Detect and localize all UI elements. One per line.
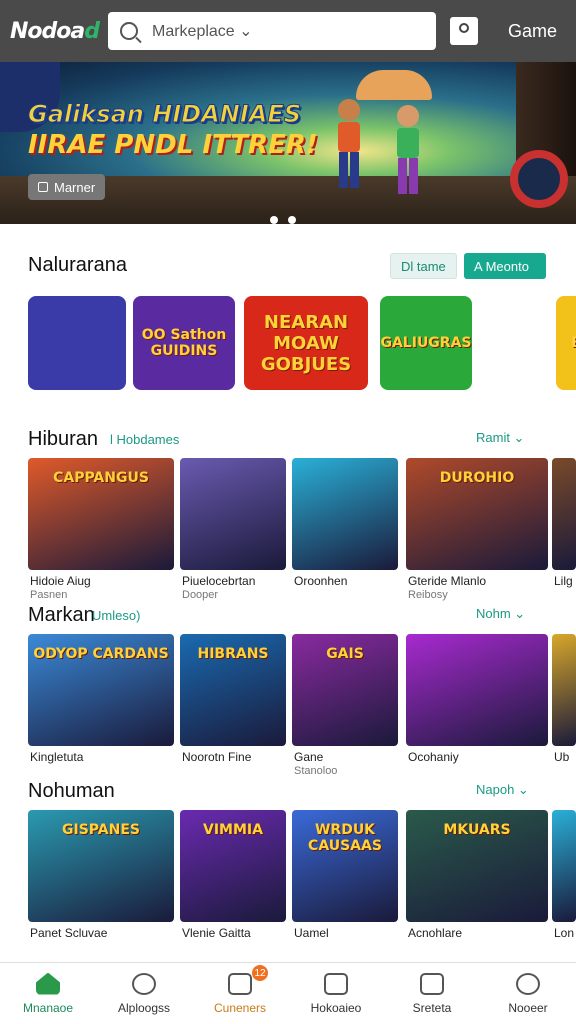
featured-game-tile[interactable]: E — [556, 296, 576, 390]
section-subtitle[interactable]: l Hobdames — [110, 432, 179, 447]
game-card-title[interactable]: Acnohlare — [408, 926, 462, 940]
game-card-title[interactable]: Kingletuta — [30, 750, 83, 764]
carousel-dots[interactable] — [270, 216, 296, 224]
user-icon — [459, 23, 469, 33]
game-card-art-text: DUROHIO — [439, 470, 515, 486]
game-card[interactable]: GAIS — [292, 634, 398, 746]
nav-item-mnanaoe[interactable]: Mnanaoe — [0, 963, 96, 1024]
nav-item-alploogss[interactable]: Alploogss — [96, 963, 192, 1024]
game-card-title[interactable]: Gane — [294, 750, 323, 764]
game-card-title[interactable]: Hidoie Aiug — [30, 574, 91, 588]
game-card-title[interactable]: Uamel — [294, 926, 329, 940]
wheel-illustration — [510, 150, 568, 208]
featured-game-tile[interactable]: GALIUGRAS — [380, 296, 472, 390]
nav-item-nooeer[interactable]: Nooeer — [480, 963, 576, 1024]
game-card-title[interactable]: Piuelocebrtan — [182, 574, 255, 588]
home-icon — [36, 972, 60, 995]
filter-pill[interactable]: Dl tame — [390, 253, 457, 279]
chat-icon — [132, 972, 156, 995]
cart-icon — [228, 972, 252, 995]
game-card-title[interactable]: Lilg — [554, 574, 573, 588]
filter-pill-active[interactable]: A Meonto — [464, 253, 546, 279]
hero-button[interactable]: Marner — [28, 174, 106, 200]
game-card-title[interactable]: Ocohaniy — [408, 750, 459, 764]
section-subtitle[interactable]: Umleso) — [92, 608, 140, 623]
game-card-title[interactable]: Gteride Mlanlo — [408, 574, 486, 588]
game-card-art-text: ODYOP CARDANS — [33, 646, 169, 662]
game-card-subtitle: Dooper — [182, 589, 219, 601]
section-title: Markan — [28, 604, 95, 626]
notification-badge: 12 — [252, 965, 268, 981]
game-card[interactable]: HIBRANS — [180, 634, 286, 746]
game-card-art-text: WRDUK CAUSAAS — [308, 822, 382, 854]
game-card[interactable] — [552, 634, 576, 746]
search-icon — [120, 22, 138, 40]
bottom-nav: Mnanaoe Alploogss Cuneners 12 Hokoaieo Sretet… — [0, 962, 576, 1024]
profile-button[interactable] — [450, 17, 478, 45]
game-card-art-text: CAPPANGUS — [53, 470, 149, 486]
box-icon — [38, 182, 48, 192]
featured-game-tile[interactable]: NEARAN MOAW GOBJUES — [244, 296, 368, 390]
section-more-link[interactable]: Napoh ⌄ — [476, 782, 529, 798]
game-card[interactable]: MKUARS — [406, 810, 548, 922]
search-placeholder: Markeplace ⌄ — [152, 23, 253, 40]
hero-banner[interactable]: Galiksan HIDANIAES IIRAE PNDL ITTRER! Ma… — [0, 62, 576, 224]
game-card-subtitle: Pasnen — [30, 589, 68, 601]
game-card-title[interactable]: Lon — [554, 926, 574, 940]
game-card[interactable] — [552, 458, 576, 570]
character-illustration — [338, 99, 360, 188]
nav-item-cuneners[interactable]: Cuneners 12 — [192, 963, 288, 1024]
game-card-subtitle: Stanoloo — [294, 765, 338, 777]
game-card-art-text: MKUARS — [443, 822, 511, 838]
nav-label: Mnanaoe — [22, 1000, 74, 1015]
game-card[interactable] — [406, 634, 548, 746]
featured-game-tile[interactable] — [28, 296, 126, 390]
section-more-link[interactable]: Nohm ⌄ — [476, 606, 525, 622]
game-card[interactable]: WRDUK CAUSAAS — [292, 810, 398, 922]
game-card[interactable] — [180, 458, 286, 570]
game-card-art-text: GISPANES — [62, 822, 140, 838]
hero-subtitle: IIRAE PNDL ITTRER! — [28, 130, 318, 160]
game-card-art-text: VIMMIA — [203, 822, 263, 838]
game-card-title[interactable]: Noorotn Fine — [182, 750, 251, 764]
hero-title: Galiksan HIDANIAES — [27, 100, 302, 129]
nav-label: Sreteta — [412, 1000, 452, 1015]
search-input[interactable]: Markeplace ⌄ — [108, 12, 436, 50]
nav-item-sreteta[interactable]: Sreteta — [384, 963, 480, 1024]
game-card-subtitle: Reibosy — [408, 589, 448, 601]
game-card[interactable]: ODYOP CARDANS — [28, 634, 174, 746]
game-card-title[interactable]: Ub — [554, 750, 569, 764]
game-card-art-text: GAIS — [326, 646, 364, 662]
featured-game-tile[interactable]: OO Sathon GUIDINS — [133, 296, 235, 390]
character-illustration — [397, 105, 419, 194]
game-card[interactable] — [292, 458, 398, 570]
section-more-link[interactable]: Ramit ⌄ — [476, 430, 524, 446]
game-card-title[interactable]: Vlenie Gaitta — [182, 926, 251, 940]
rocket-icon — [420, 972, 444, 995]
game-link[interactable]: Game — [508, 21, 557, 42]
section-title: Nalurarana — [28, 254, 127, 276]
featured-game-tile[interactable] — [488, 296, 550, 390]
game-card[interactable]: GISPANES — [28, 810, 174, 922]
search-icon — [516, 972, 540, 995]
section-title: Hiburan — [28, 428, 99, 450]
nav-label: Alploogss — [117, 1000, 171, 1015]
nav-label: Hokoaieo — [310, 1000, 362, 1015]
game-card[interactable] — [552, 810, 576, 922]
nav-label: Nooeer — [508, 1000, 548, 1015]
top-bar: Nodoad Markeplace ⌄ Game — [0, 0, 576, 62]
app-logo[interactable]: Nodoad — [10, 19, 100, 44]
game-card[interactable]: DUROHIO — [406, 458, 548, 570]
section-title: Nohuman — [28, 780, 115, 802]
game-card-title[interactable]: Panet Scluvae — [30, 926, 107, 940]
nav-label: Cuneners — [213, 1000, 267, 1015]
nav-item-hokoaieo[interactable]: Hokoaieo — [288, 963, 384, 1024]
shield-icon — [324, 972, 348, 995]
featured-row: OO Sathon GUIDINS NEARAN MOAW GOBJUES GALI… — [0, 296, 576, 392]
game-card-title[interactable]: Oroonhen — [294, 574, 347, 588]
game-card-art-text: HIBRANS — [197, 646, 269, 662]
game-card[interactable]: CAPPANGUS — [28, 458, 174, 570]
game-card[interactable]: VIMMIA — [180, 810, 286, 922]
